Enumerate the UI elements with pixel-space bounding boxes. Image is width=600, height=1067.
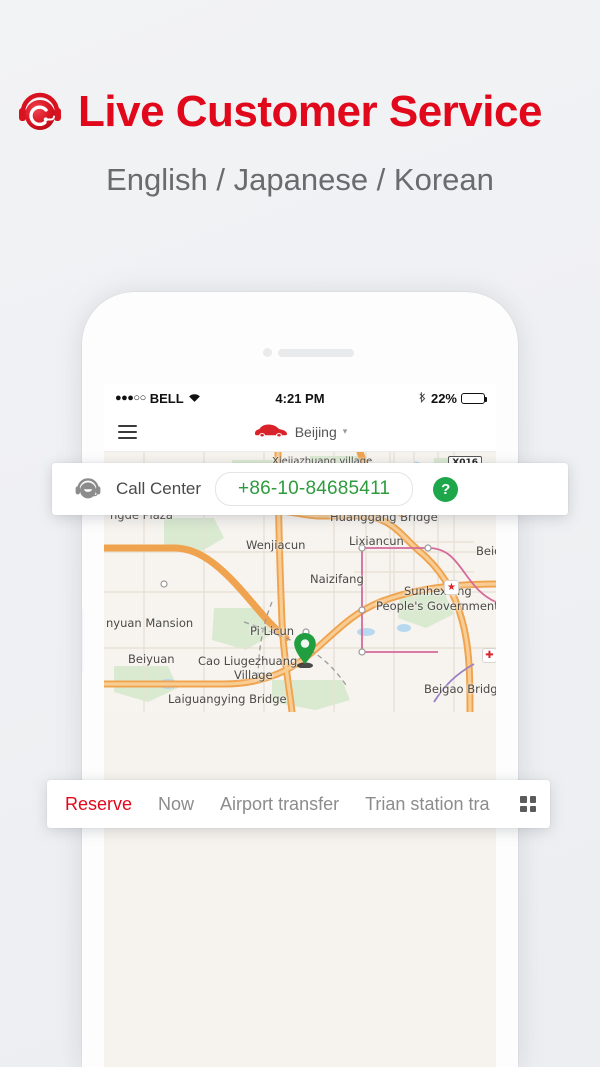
- headset-icon: [16, 88, 64, 136]
- title-row: Live Customer Service: [0, 88, 600, 136]
- tab-train-station-transfer[interactable]: Trian station tra: [365, 794, 489, 815]
- headset-icon: [74, 475, 102, 503]
- map-canvas[interactable]: Xiejiazhuang village ngde Plaza Huanggang …: [104, 452, 496, 1067]
- map-label: Village: [234, 668, 273, 682]
- map-label: Naizifang: [310, 572, 364, 586]
- battery-percent-label: 22%: [430, 390, 457, 406]
- poi-hospital-icon: ✚: [482, 648, 496, 663]
- service-type-tab-bar: Reserve Now Airport transfer Trian stati…: [47, 780, 550, 828]
- call-center-phone-number[interactable]: +86-10-84685411: [215, 472, 414, 506]
- tab-airport-transfer[interactable]: Airport transfer: [220, 794, 339, 815]
- page-header: Live Customer Service English / Japanese…: [0, 0, 600, 198]
- map-label: Cao Liugezhuang: [198, 654, 298, 668]
- battery-icon: [461, 392, 487, 404]
- map-label: Sunhexiang: [404, 584, 472, 598]
- poi-government-icon: ★: [444, 580, 459, 595]
- page-subtitle: English / Japanese / Korean: [106, 162, 494, 197]
- tab-now[interactable]: Now: [158, 794, 194, 815]
- map-label: Laiguangying Bridge: [168, 692, 287, 706]
- map-label: Beidian X: [476, 544, 496, 558]
- front-camera-icon: [263, 348, 272, 357]
- earpiece-speaker: [278, 349, 354, 357]
- phone-top-bezel: [82, 292, 518, 384]
- map-label: Beiyuan: [128, 652, 175, 666]
- map-label: People's Government: [376, 599, 496, 613]
- map-label: Lixiancun: [349, 534, 404, 548]
- page-title: Live Customer Service: [78, 87, 542, 136]
- call-center-banner: Call Center +86-10-84685411 ?: [52, 463, 568, 515]
- map-label: Beigao Bridge: [424, 682, 496, 696]
- city-label: Beijing: [294, 423, 337, 440]
- tab-reserve[interactable]: Reserve: [65, 794, 132, 815]
- status-right: 22%: [419, 390, 487, 406]
- volume-button[interactable]: [82, 610, 83, 672]
- map-pin-icon: [292, 632, 318, 668]
- nav-city-selector[interactable]: Beijing ▾: [104, 421, 496, 442]
- car-icon: [253, 421, 289, 442]
- bluetooth-icon: [419, 391, 427, 406]
- map-label: nyuan Mansion: [106, 616, 194, 630]
- help-button[interactable]: ?: [433, 476, 459, 502]
- map-label: Wenjiacun: [246, 538, 306, 552]
- phone-mockup: ●●●○○ BELL 4:21 PM 22% Beijing ▾ Xiejiaz…: [82, 292, 518, 1067]
- status-bar: ●●●○○ BELL 4:21 PM 22%: [104, 384, 496, 412]
- app-nav-bar: Beijing ▾: [104, 412, 496, 452]
- chevron-down-icon: ▾: [342, 426, 348, 436]
- call-center-label: Call Center: [116, 479, 202, 498]
- map-label: Pi Licun: [250, 624, 295, 638]
- grid-menu-icon[interactable]: [520, 796, 536, 812]
